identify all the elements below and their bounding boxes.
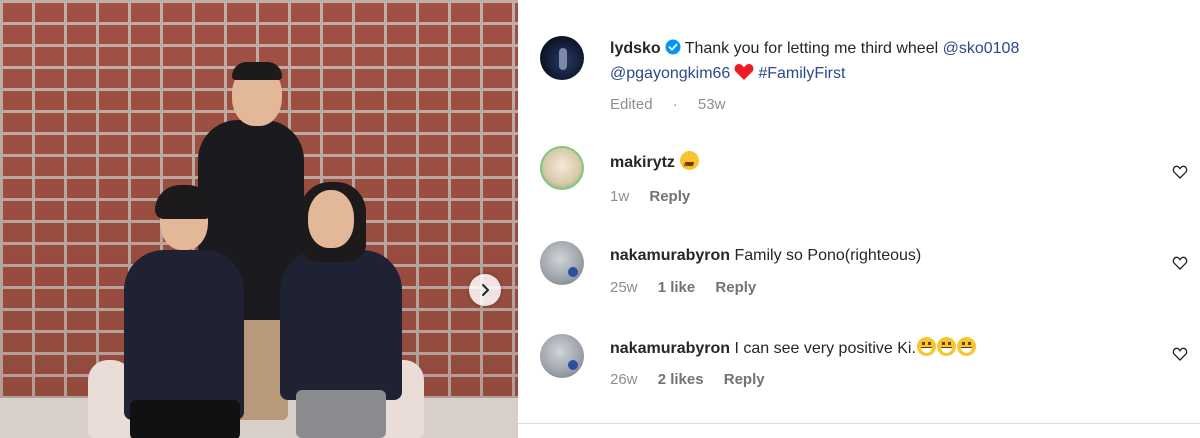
comment-age: 1w: [610, 188, 630, 205]
comment-body: nakamurabyron I can see very positive Ki…: [610, 336, 1160, 361]
like-count[interactable]: 2 likes: [658, 371, 704, 388]
comment-age: 26w: [610, 371, 638, 388]
verified-badge-icon: [665, 39, 681, 55]
mention-link[interactable]: @sko0108: [943, 40, 1020, 57]
comment-username[interactable]: makirytz: [610, 154, 675, 171]
avatar[interactable]: [540, 334, 584, 378]
comment-item: nakamurabyron Family so Pono(righteous) …: [540, 241, 1200, 311]
panel-divider: [518, 423, 1200, 424]
like-count[interactable]: 1 like: [658, 279, 696, 296]
comments-panel: lydsko Thank you for letting me third whe…: [518, 0, 1200, 438]
edited-label: Edited · 53w: [610, 96, 726, 113]
comment-meta: 25w 1 like Reply: [610, 279, 772, 296]
next-photo-button[interactable]: [469, 274, 501, 306]
star-struck-emoji: [680, 151, 700, 178]
hashtag-link[interactable]: #FamilyFirst: [758, 65, 845, 82]
reply-button[interactable]: Reply: [724, 371, 765, 388]
caption-meta: Edited · 53w: [610, 96, 757, 113]
comment-text: I can see very positive Ki.: [734, 340, 916, 357]
comment-item: makirytz 1w Reply: [540, 146, 1200, 216]
comment-username[interactable]: nakamurabyron: [610, 247, 730, 264]
reply-button[interactable]: Reply: [649, 188, 690, 205]
comment-meta: 26w 2 likes Reply: [610, 371, 781, 388]
avatar[interactable]: [540, 36, 584, 80]
red-heart-emoji: [734, 64, 754, 80]
grinning-emoji: [916, 337, 936, 356]
heart-outline-icon[interactable]: [1172, 346, 1188, 362]
heart-outline-icon[interactable]: [1172, 255, 1188, 271]
comment-age: 25w: [610, 279, 638, 296]
caption-body: lydsko Thank you for letting me third whe…: [610, 36, 1160, 86]
mention-link[interactable]: @pgayongkim66: [610, 65, 730, 82]
avatar[interactable]: [540, 241, 584, 285]
post-caption: lydsko Thank you for letting me third whe…: [540, 36, 1200, 116]
caption-text: Thank you for letting me third wheel: [684, 40, 939, 57]
comment-username[interactable]: nakamurabyron: [610, 340, 730, 357]
heart-outline-icon[interactable]: [1172, 164, 1188, 180]
reply-button[interactable]: Reply: [715, 279, 756, 296]
grinning-emoji: [956, 337, 976, 356]
comment-body: makirytz: [610, 150, 1160, 178]
caption-username[interactable]: lydsko: [610, 40, 661, 57]
avatar[interactable]: [540, 146, 584, 190]
post-photo[interactable]: [0, 0, 518, 438]
comment-item: nakamurabyron I can see very positive Ki…: [540, 334, 1200, 404]
chevron-right-icon: [482, 284, 489, 296]
grinning-emoji: [936, 337, 956, 356]
comment-text: Family so Pono(righteous): [734, 247, 922, 264]
comment-meta: 1w Reply: [610, 188, 706, 205]
comment-body: nakamurabyron Family so Pono(righteous): [610, 243, 1160, 268]
